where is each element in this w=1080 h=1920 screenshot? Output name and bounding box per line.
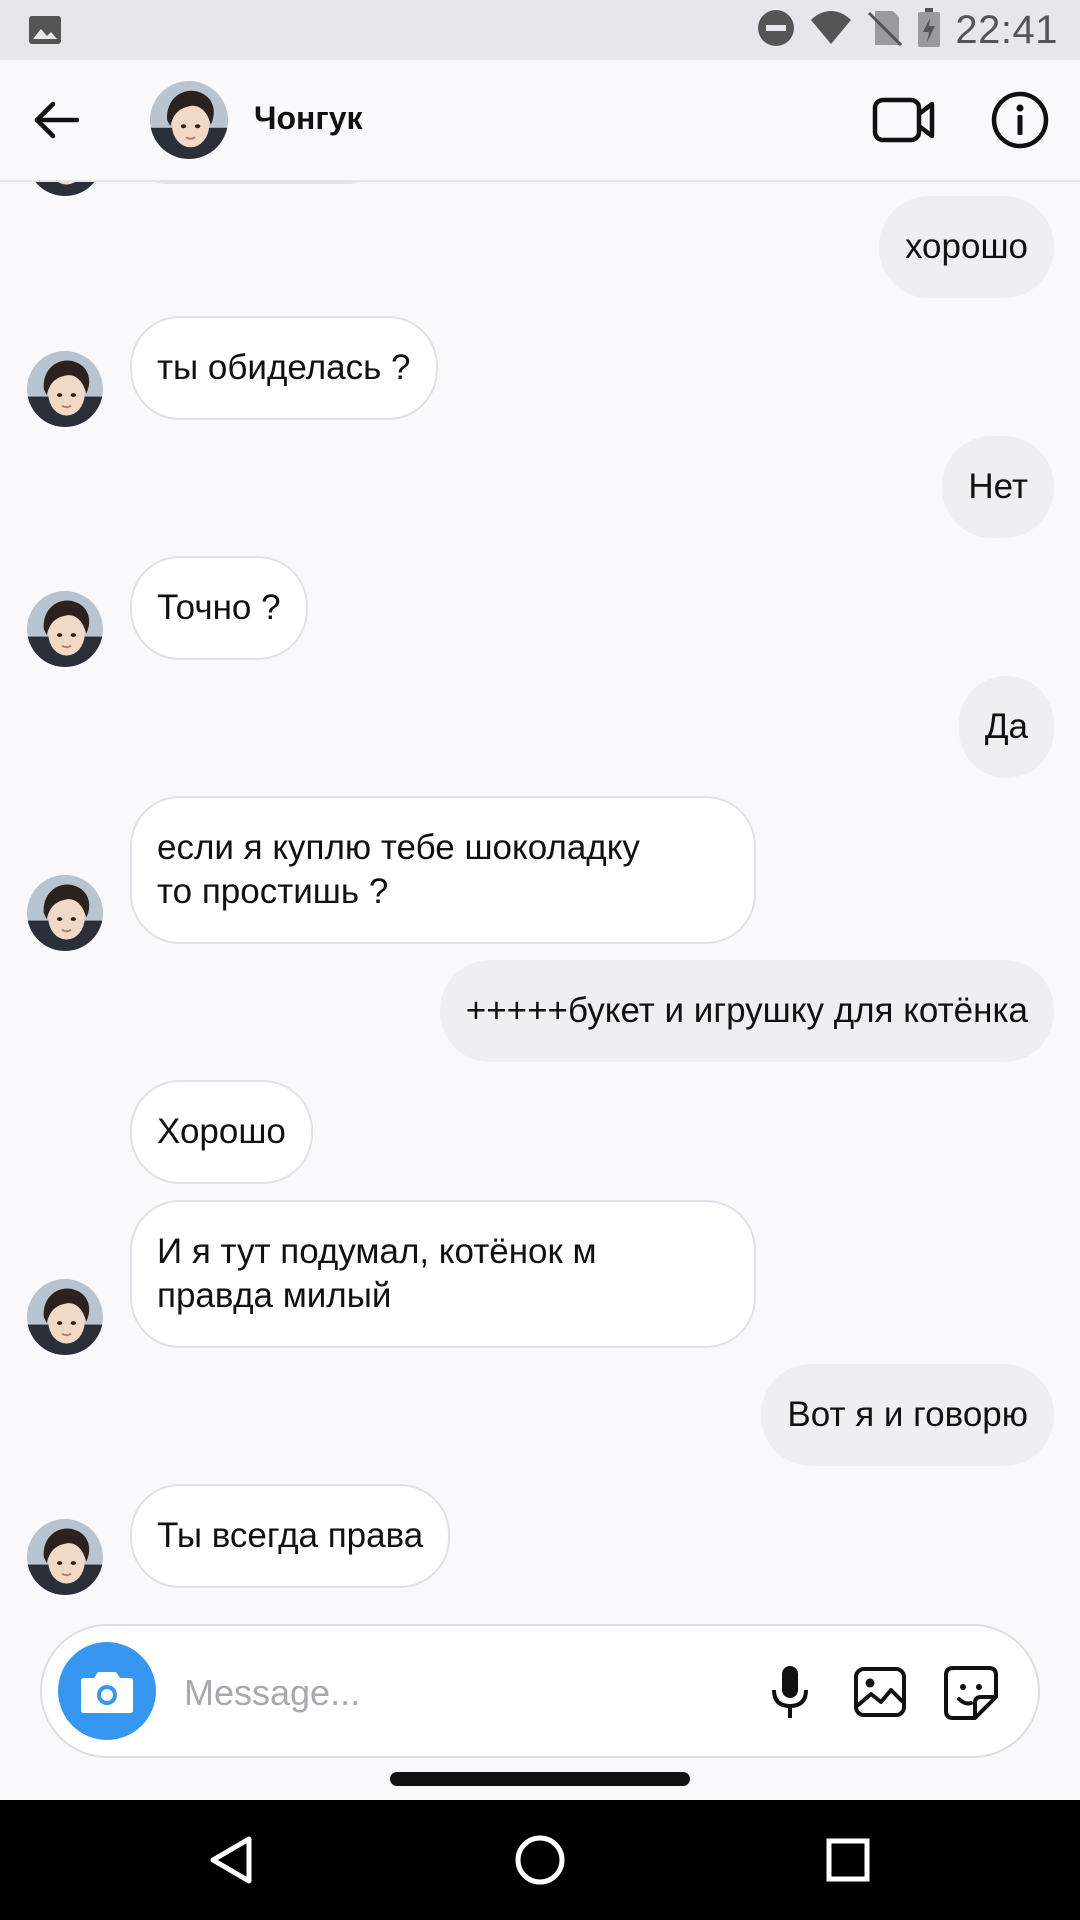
message-text: Да xyxy=(984,707,1028,746)
message-composer xyxy=(40,1624,1040,1758)
sender-avatar[interactable] xyxy=(27,591,103,667)
info-icon xyxy=(991,91,1049,149)
incoming-message[interactable]: Точно ? xyxy=(130,556,308,660)
no-sim-icon xyxy=(867,9,903,52)
incoming-message[interactable]: если я куплю тебе шоколадку то простишь … xyxy=(130,796,756,944)
microphone-icon xyxy=(772,1666,808,1718)
outgoing-message[interactable]: хорошо xyxy=(878,196,1054,298)
back-arrow-icon xyxy=(34,101,79,139)
nav-home-icon xyxy=(515,1835,565,1885)
nav-recents-button[interactable] xyxy=(816,1828,880,1892)
message-text: хорошо xyxy=(904,227,1028,266)
sender-avatar[interactable] xyxy=(27,1519,103,1595)
status-bar: 22:41 xyxy=(0,0,1080,60)
sender-avatar[interactable] xyxy=(27,351,103,427)
partial-avatar xyxy=(27,180,103,196)
system-navigation-bar xyxy=(0,1800,1080,1920)
incoming-message[interactable]: ты обиделась ? xyxy=(130,316,438,420)
message-list[interactable]: хорошо ты обиделась ? Нет Точно ? Да есл… xyxy=(0,180,1080,1600)
gallery-icon xyxy=(854,1667,906,1717)
home-indicator[interactable] xyxy=(390,1772,690,1786)
incoming-message[interactable]: Хорошо xyxy=(130,1080,313,1184)
nav-recents-icon xyxy=(826,1838,870,1882)
contact-name[interactable]: Чонгук xyxy=(254,100,363,137)
video-call-button[interactable] xyxy=(872,90,936,150)
nav-back-button[interactable] xyxy=(200,1828,264,1892)
contact-avatar[interactable] xyxy=(150,81,228,159)
sticker-button[interactable] xyxy=(940,1662,1002,1724)
gallery-button[interactable] xyxy=(848,1662,912,1722)
message-text: Нет xyxy=(968,467,1028,506)
incoming-message[interactable]: Ты всегда права xyxy=(130,1484,451,1588)
info-button[interactable] xyxy=(988,88,1052,152)
message-text: Вот я и говорю xyxy=(787,1395,1028,1434)
sticker-icon xyxy=(944,1666,998,1720)
message-text: +++++букет и игрушку для котёнка xyxy=(465,991,1028,1030)
video-call-icon xyxy=(872,97,935,143)
message-text: Точно ? xyxy=(157,588,281,627)
camera-button[interactable] xyxy=(58,1642,156,1740)
message-text: И я тут подумал, котёнок м правда милый xyxy=(157,1232,597,1315)
message-text: Ты всегда права xyxy=(157,1516,424,1555)
back-button[interactable] xyxy=(26,90,86,150)
outgoing-message[interactable]: Нет xyxy=(942,436,1054,538)
outgoing-message[interactable]: Вот я и говорю xyxy=(761,1364,1054,1466)
incoming-message[interactable]: И я тут подумал, котёнок м правда милый xyxy=(130,1200,756,1348)
outgoing-message[interactable]: +++++букет и игрушку для котёнка xyxy=(439,960,1054,1062)
sender-avatar[interactable] xyxy=(27,875,103,951)
camera-icon xyxy=(81,1672,133,1713)
dnd-icon xyxy=(757,9,795,52)
wifi-icon xyxy=(809,10,853,51)
message-text: ты обиделась ? xyxy=(157,348,411,387)
message-text: если я куплю тебе шоколадку то простишь … xyxy=(157,828,640,911)
gallery-notification-icon xyxy=(28,15,62,45)
battery-icon xyxy=(917,7,941,53)
outgoing-message[interactable]: Да xyxy=(958,676,1054,778)
message-text: Хорошо xyxy=(157,1112,286,1151)
nav-back-icon xyxy=(210,1836,252,1884)
message-input[interactable] xyxy=(182,1662,746,1724)
voice-message-button[interactable] xyxy=(760,1660,820,1724)
status-time: 22:41 xyxy=(955,7,1058,52)
chat-header: Чонгук xyxy=(0,60,1080,182)
nav-home-button[interactable] xyxy=(508,1828,572,1892)
sender-avatar[interactable] xyxy=(27,1279,103,1355)
